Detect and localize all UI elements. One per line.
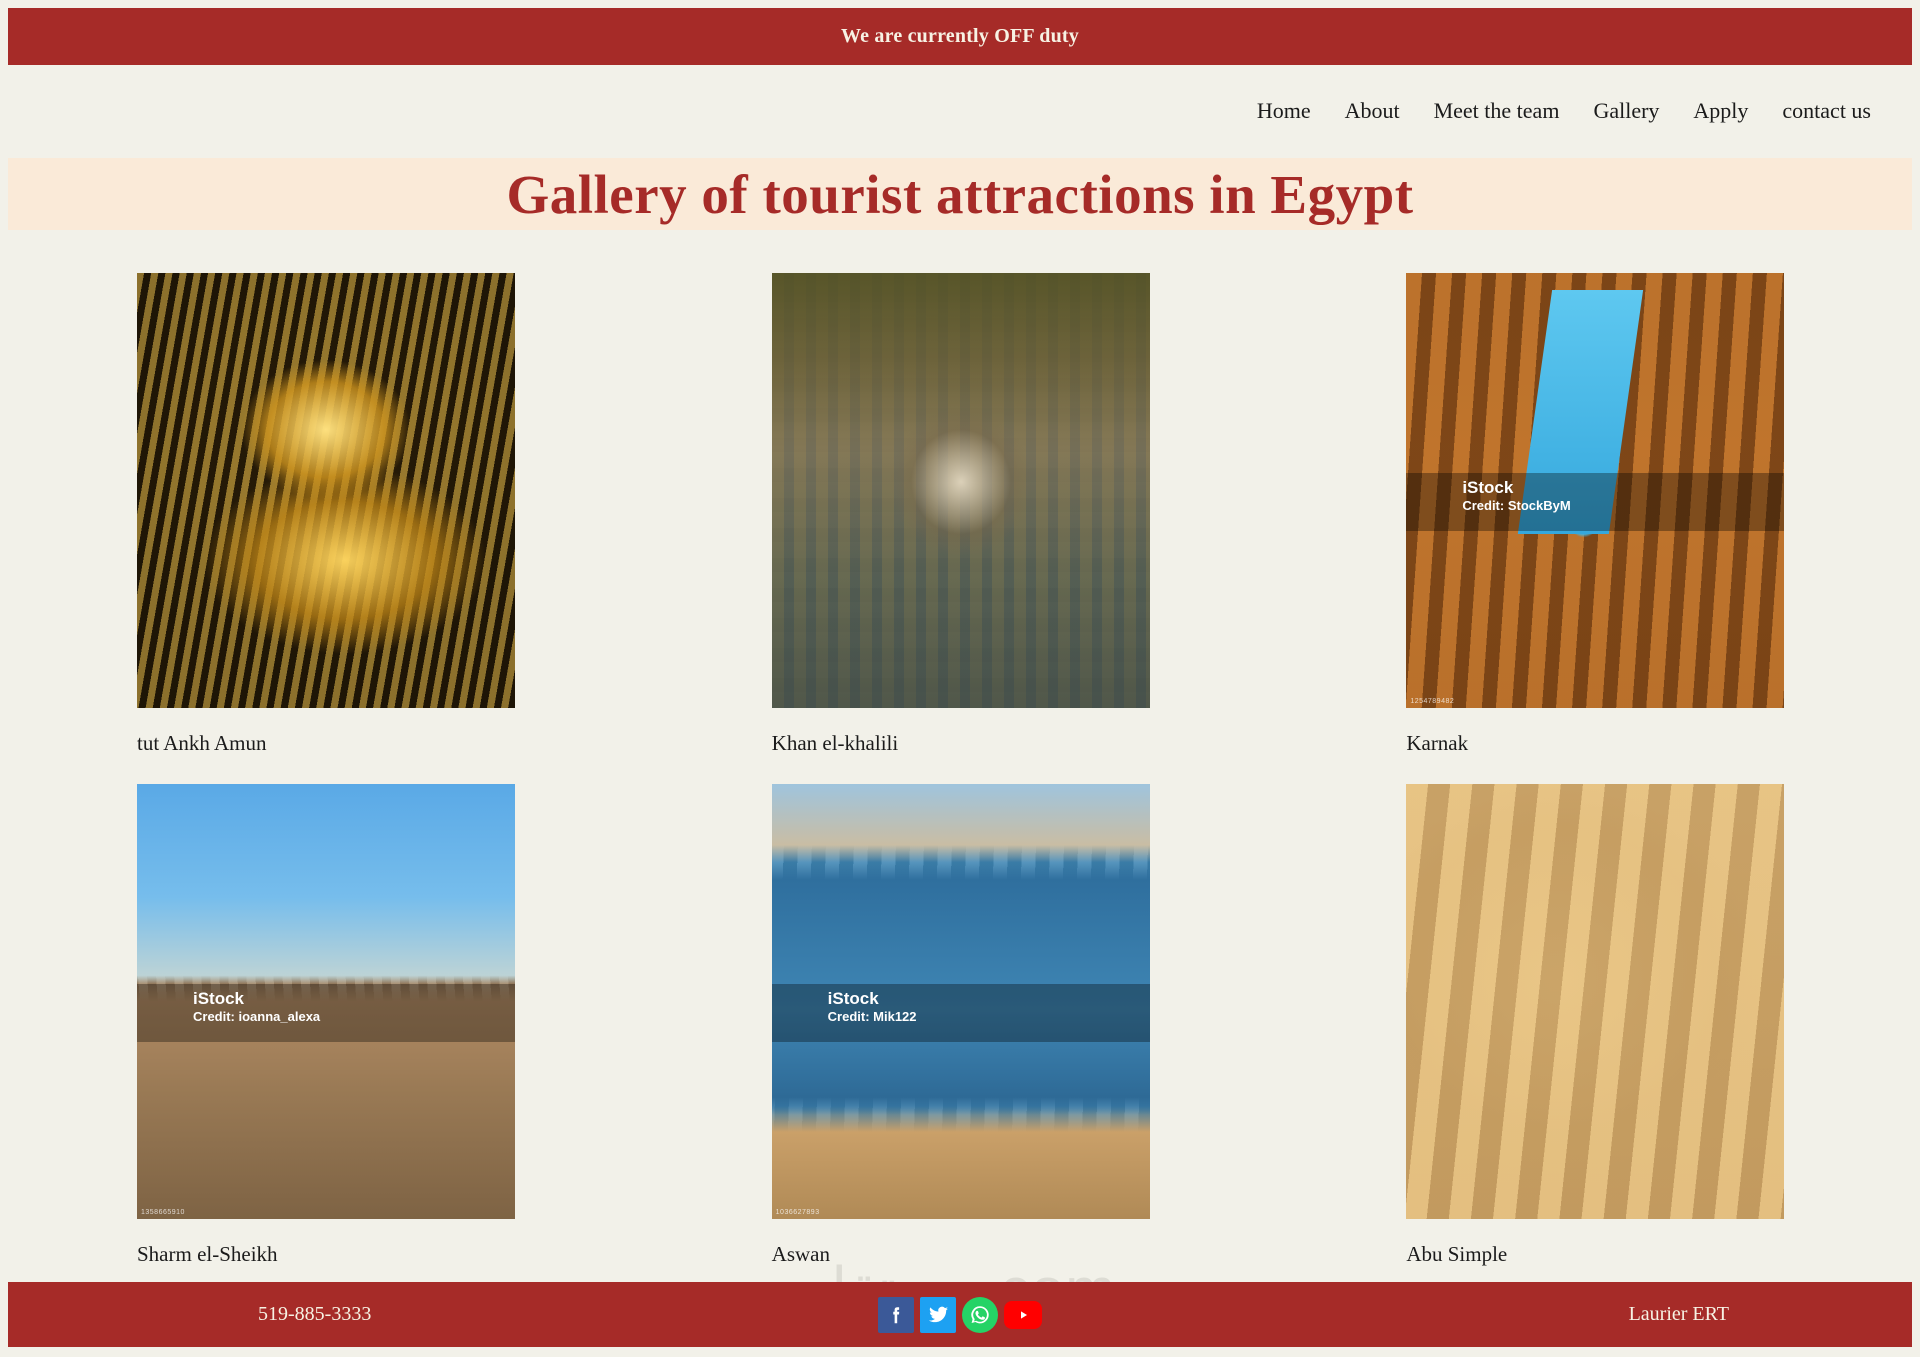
photo-abu-simbel — [1406, 784, 1785, 1219]
gallery-grid: tut Ankh Amun Khan el-khalili iStock Cre… — [8, 256, 1912, 1278]
footer-phone[interactable]: 519-885-3333 — [258, 1303, 371, 1326]
photo-aswan-nile — [771, 784, 1150, 1219]
gallery-image-khan-el-khalili[interactable] — [771, 273, 1150, 708]
gallery-caption: Abu Simple — [1406, 1242, 1508, 1266]
photo-karnak-temple — [1406, 273, 1785, 708]
nav-item-meet-the-team[interactable]: Meet the team — [1417, 94, 1577, 128]
nav-item-about[interactable]: About — [1328, 94, 1417, 128]
gallery-caption: tut Ankh Amun — [137, 731, 267, 755]
social-links — [878, 1296, 1042, 1333]
status-bar: We are currently OFF duty — [8, 8, 1912, 65]
photo-sharm-el-sheikh — [137, 784, 515, 1219]
gallery-image-abu-simple[interactable] — [1406, 784, 1785, 1219]
nav-item-apply[interactable]: Apply — [1676, 94, 1765, 128]
status-bar-message: We are currently OFF duty — [841, 25, 1079, 47]
gallery-image-sharm-el-sheikh[interactable]: iStock Credit: ioanna_alexa 1358665910 — [137, 784, 515, 1219]
facebook-icon[interactable] — [878, 1296, 914, 1333]
page-title-banner: Gallery of tourist attractions in Egypt — [8, 158, 1912, 230]
gallery-image-tut-ankh-amun[interactable] — [137, 273, 515, 708]
gallery-image-karnak[interactable]: iStock Credit: StockByM 1254789482 — [1406, 273, 1785, 708]
page-root: We are currently OFF duty Home About Mee… — [0, 0, 1920, 1357]
nav-item-home[interactable]: Home — [1240, 94, 1328, 128]
gallery-caption: Khan el-khalili — [771, 731, 899, 755]
gallery-item: Khan el-khalili — [643, 256, 1278, 767]
photo-tutankhamun-mask — [137, 273, 515, 708]
nav-list: Home About Meet the team Gallery Apply c… — [1240, 94, 1888, 128]
gallery-item: iStock Credit: ioanna_alexa 1358665910 S… — [8, 767, 643, 1278]
gallery-image-aswan[interactable]: iStock Credit: Mik122 1036627893 — [771, 784, 1150, 1219]
footer-bar: 519-885-3333 Laurier ERT — [8, 1282, 1912, 1347]
gallery-caption: Sharm el-Sheikh — [137, 1242, 278, 1266]
main-navigation: Home About Meet the team Gallery Apply c… — [8, 65, 1912, 157]
nav-item-contact-us[interactable]: contact us — [1765, 94, 1888, 128]
gallery-item: iStock Credit: Mik122 1036627893 Aswan — [643, 767, 1278, 1278]
gallery-item: tut Ankh Amun — [8, 256, 643, 767]
whatsapp-icon[interactable] — [962, 1296, 998, 1333]
twitter-icon[interactable] — [920, 1296, 956, 1333]
gallery-caption: Aswan — [771, 1242, 830, 1266]
youtube-icon[interactable] — [1004, 1300, 1042, 1329]
footer-brand: Laurier ERT — [1628, 1303, 1729, 1325]
gallery-caption: Karnak — [1406, 731, 1469, 755]
gallery-item: iStock Credit: StockByM 1254789482 Karna… — [1277, 256, 1912, 767]
gallery-item: Abu Simple — [1277, 767, 1912, 1278]
photo-khan-el-khalili-bazaar — [771, 273, 1150, 708]
nav-item-gallery[interactable]: Gallery — [1576, 94, 1676, 128]
page-title: Gallery of tourist attractions in Egypt — [506, 163, 1414, 225]
